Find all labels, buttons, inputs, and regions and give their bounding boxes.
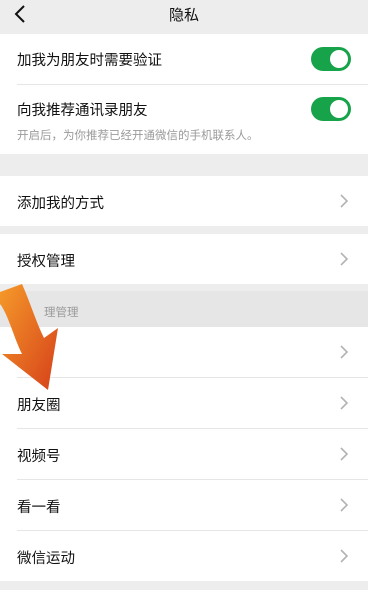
list-item-channels[interactable]: 视频号 [0, 429, 368, 479]
recommend-note: 开启后，为你推荐已经开通微信的手机联系人。 [17, 128, 259, 142]
chevron-right-icon [340, 549, 349, 563]
top-bar: 隐私 [0, 0, 368, 28]
add-me-verify-label: 加我为朋友时需要验证 [17, 53, 162, 69]
chevron-right-icon [340, 194, 349, 208]
tutorial-arrow-icon [0, 284, 58, 390]
list-item-top-stories[interactable]: 看一看 [0, 480, 368, 530]
list-item-label: 看一看 [17, 500, 61, 516]
add-me-verify-row: 加我为朋友时需要验证 [0, 34, 368, 84]
authorization-label: 授权管理 [17, 254, 75, 270]
ways-to-add-label: 添加我的方式 [17, 196, 104, 212]
add-me-verify-toggle[interactable] [311, 47, 351, 71]
chevron-right-icon [340, 252, 349, 266]
list-item-label: 微信运动 [17, 551, 75, 567]
chevron-right-icon [340, 396, 349, 410]
bottom-card-edge [0, 590, 368, 600]
chevron-right-icon [340, 447, 349, 461]
toggle-knob [330, 100, 348, 118]
page-title: 隐私 [168, 6, 199, 24]
recommend-contacts-toggle[interactable] [311, 97, 351, 121]
recommend-contacts-row: 向我推荐通讯录朋友 [0, 85, 368, 154]
ways-to-add-row[interactable]: 添加我的方式 [0, 176, 368, 226]
authorization-row[interactable]: 授权管理 [0, 234, 368, 284]
chevron-right-icon [340, 345, 349, 359]
list-item-werun[interactable]: 微信运动 [0, 531, 368, 581]
list-item-label: 视频号 [17, 449, 61, 465]
chevron-right-icon [340, 498, 349, 512]
list-item-label: 朋友圈 [17, 398, 61, 414]
toggle-knob [330, 50, 348, 68]
recommend-contacts-label: 向我推荐通讯录朋友 [17, 103, 148, 119]
